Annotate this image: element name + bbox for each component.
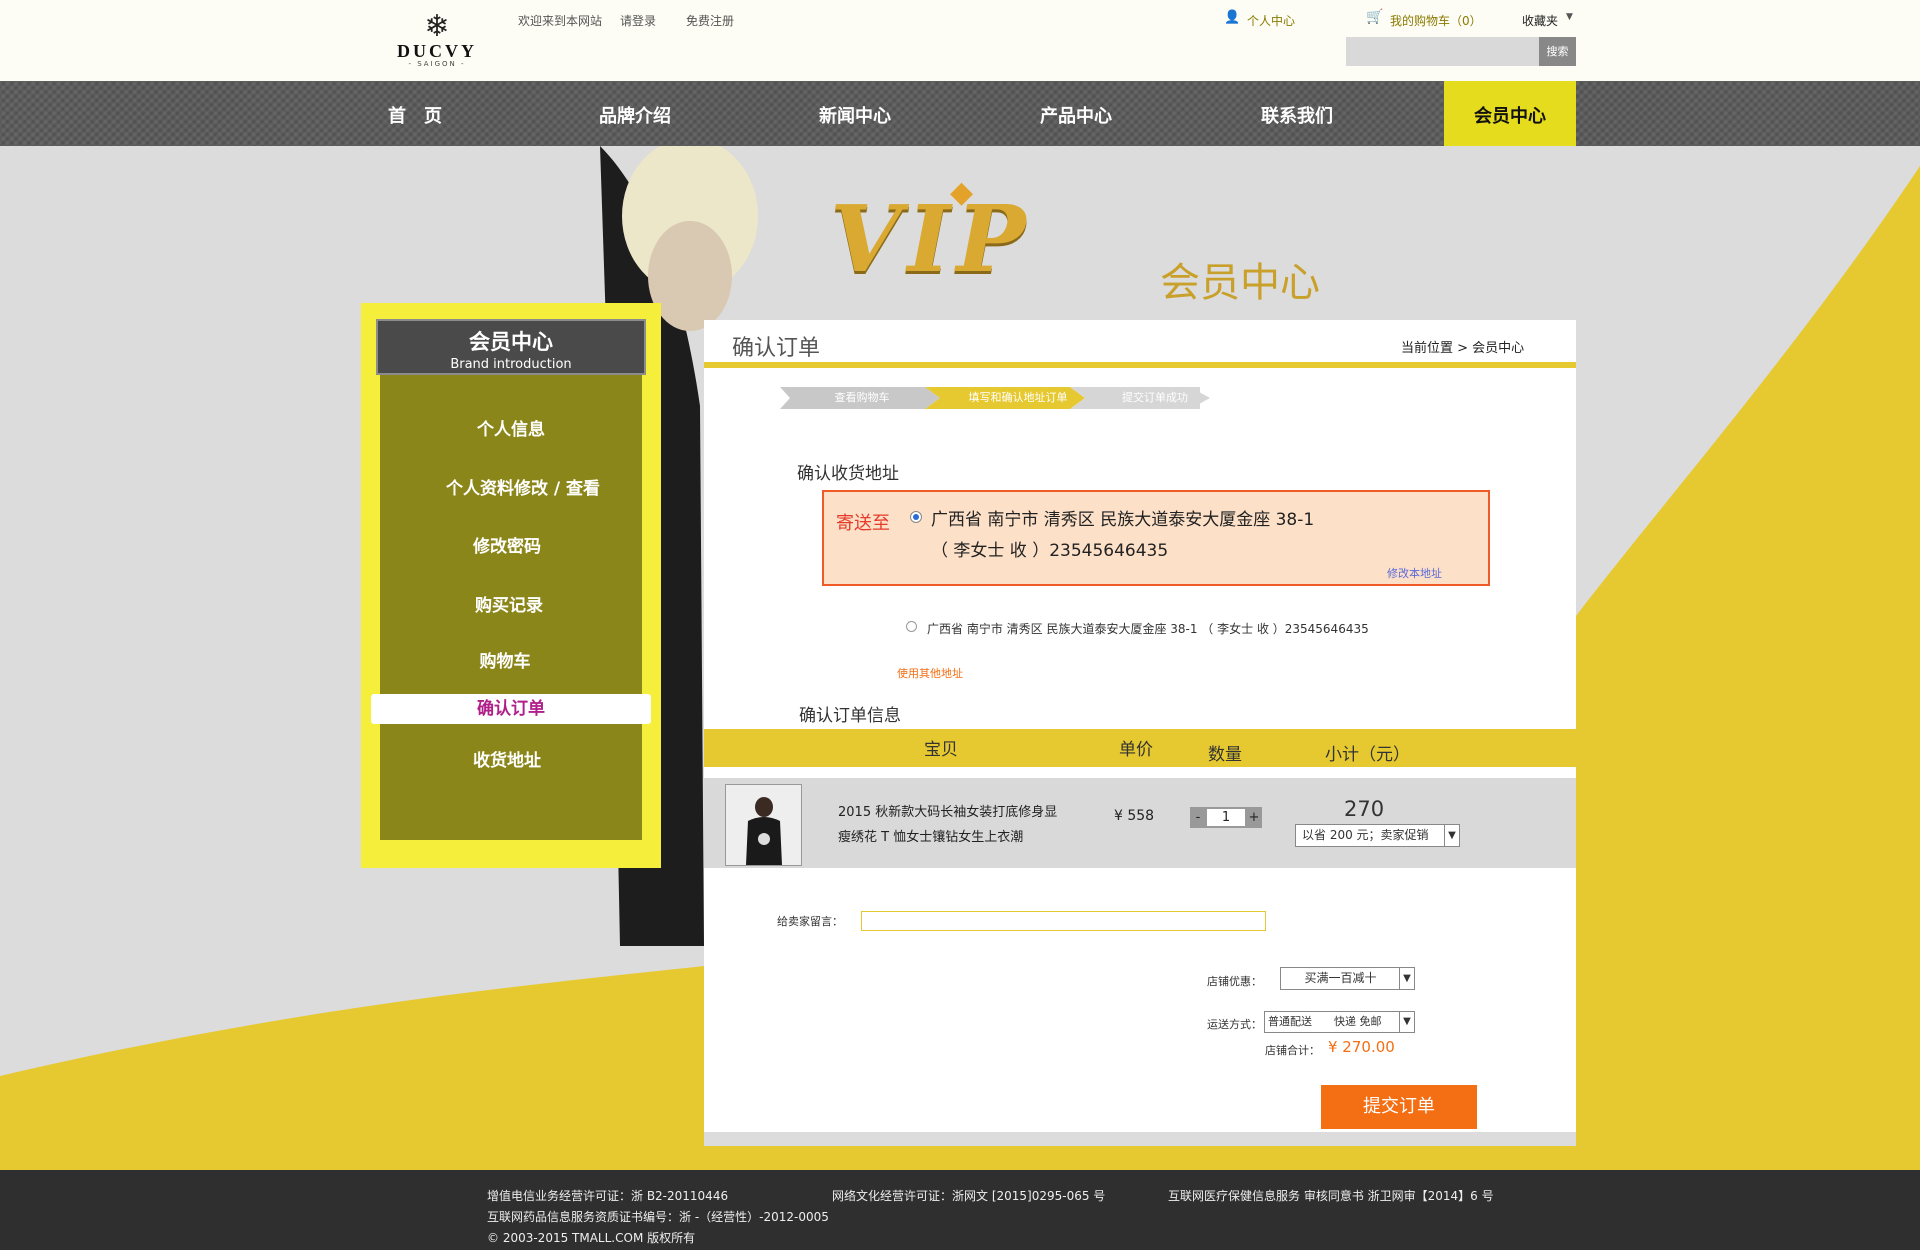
shop-discount-label: 店铺优惠：	[1207, 975, 1262, 988]
order-section-title: 确认订单信息	[799, 706, 901, 726]
footer-license-4: 互联网药品信息服务资质证书编号：浙 -（经营性）-2012-0005	[487, 1210, 829, 1224]
col-subtotal: 小计（元）	[1325, 745, 1410, 765]
col-qty: 数量	[1208, 745, 1242, 765]
main-nav	[0, 81, 1920, 146]
chevron-down-icon[interactable]: ▼	[1566, 12, 1573, 22]
step-fill-address: 填写和确认地址订单	[968, 391, 1068, 404]
footer-license-3: 互联网医疗保健信息服务 审核同意书 浙卫网审【2014】6 号	[1168, 1189, 1494, 1203]
sidebar-item-personal-info[interactable]: 个人信息	[380, 415, 642, 440]
shop-discount-value: 买满一百减十	[1304, 971, 1377, 985]
logo-brand: DUCVY	[397, 41, 477, 61]
message-label: 给卖家留言：	[777, 915, 843, 928]
promo-value: 以省 200 元；卖家促销	[1302, 828, 1429, 842]
footer	[0, 1170, 1920, 1250]
snowflake-icon: ❄	[424, 9, 450, 44]
submit-order-button[interactable]: 提交订单	[1321, 1085, 1477, 1129]
logo-sub: - SAIGON -	[408, 60, 466, 68]
promo-select[interactable]: 以省 200 元；卖家促销 ▼	[1295, 824, 1460, 847]
alt-address: 广西省 南宁市 清秀区 民族大道泰安大厦金座 38-1 （ 李女士 收 ）235…	[927, 622, 1369, 636]
chevron-down-icon: ▼	[1444, 825, 1459, 846]
footer-license-2: 网络文化经营许可证：浙网文 [2015]0295-065 号	[832, 1189, 1106, 1203]
shipping-select[interactable]: 普通配送 快递 免邮 ▼	[1264, 1011, 1415, 1033]
step-view-cart: 查看购物车	[834, 391, 890, 404]
product-thumbnail[interactable]	[725, 784, 802, 866]
banner-title: 会员中心	[1160, 260, 1320, 306]
message-input[interactable]	[861, 911, 1266, 931]
qty-input[interactable]: 1	[1207, 809, 1245, 826]
top-bar	[0, 0, 1920, 81]
login-link[interactable]: 请登录	[620, 12, 656, 29]
nav-home[interactable]: 首 页	[370, 81, 460, 146]
address-radio-selected[interactable]	[910, 511, 922, 523]
nav-brand[interactable]: 品牌介绍	[590, 81, 680, 146]
qty-plus-button[interactable]: +	[1246, 807, 1262, 828]
nav-member-center[interactable]: 会员中心	[1444, 81, 1576, 146]
shop-total-value: ¥ 270.00	[1328, 1038, 1395, 1056]
shop-discount-select[interactable]: 买满一百减十 ▼	[1280, 967, 1415, 990]
chevron-down-icon: ▼	[1399, 968, 1414, 989]
shipping-value: 普通配送 快递 免邮	[1268, 1015, 1382, 1028]
product-image	[726, 785, 801, 865]
welcome-text: 欢迎来到本网站	[518, 14, 603, 28]
nav-contact[interactable]: 联系我们	[1252, 81, 1342, 146]
sidebar-item-cart[interactable]: 购物车	[374, 647, 636, 672]
favorites-link[interactable]: 收藏夹	[1522, 12, 1558, 29]
nav-news[interactable]: 新闻中心	[810, 81, 900, 146]
col-item: 宝贝	[924, 740, 958, 760]
radio-dot	[913, 514, 919, 520]
sidebar-item-address[interactable]: 收货地址	[376, 746, 638, 771]
register-link[interactable]: 免费注册	[686, 12, 734, 29]
sidebar-title: 会员中心	[469, 330, 553, 354]
use-other-address-link[interactable]: 使用其他地址	[897, 665, 963, 681]
address-radio-alt[interactable]	[906, 621, 917, 632]
chevron-down-icon: ▼	[1399, 1012, 1414, 1032]
title-divider	[704, 362, 1576, 368]
cart-link[interactable]: 我的购物车（0）	[1390, 12, 1482, 29]
address-line-1: 广西省 南宁市 清秀区 民族大道泰安大厦金座 38-1	[931, 510, 1315, 530]
shipping-label: 运送方式：	[1207, 1018, 1262, 1031]
vip-logo: VIP	[830, 185, 1032, 293]
step-submit-success: 提交订单成功	[1122, 391, 1188, 404]
personal-center-link[interactable]: 个人中心	[1247, 12, 1295, 29]
col-price: 单价	[1119, 740, 1153, 760]
quantity-stepper: - 1 +	[1190, 807, 1262, 828]
sidebar-subtitle: Brand introduction	[450, 357, 572, 372]
address-section-title: 确认收货地址	[797, 464, 899, 484]
qty-minus-button[interactable]: -	[1190, 807, 1206, 828]
search-button[interactable]: 搜索	[1539, 37, 1576, 66]
product-name-line-1[interactable]: 2015 秋新款大码长袖女装打底修身显	[838, 801, 1057, 820]
sidebar-item-purchases[interactable]: 购买记录	[378, 591, 640, 616]
ship-to-label: 寄送至	[836, 513, 890, 534]
nav-products[interactable]: 产品中心	[1031, 81, 1121, 146]
sidebar-item-password[interactable]: 修改密码	[376, 532, 638, 557]
unit-price: ¥ 558	[1114, 808, 1155, 824]
order-panel	[704, 320, 1576, 1132]
cart-icon: 🛒	[1366, 9, 1384, 25]
breadcrumb: 当前位置 > 会员中心	[1401, 341, 1525, 356]
footer-license-1: 增值电信业务经营许可证：浙 B2-20110446	[487, 1189, 729, 1203]
address-line-2: （ 李女士 收 ）23545646435	[931, 541, 1169, 561]
product-name-line-2[interactable]: 瘦绣花 T 恤女士镶钻女生上衣潮	[838, 826, 1023, 845]
sidebar-item-confirm-order[interactable]: 确认订单	[371, 694, 651, 724]
page-title: 确认订单	[732, 336, 821, 361]
shop-total-label: 店铺合计：	[1265, 1044, 1320, 1057]
sidebar-header: 会员中心 Brand introduction	[376, 319, 646, 375]
edit-address-link[interactable]: 修改本地址	[1387, 565, 1442, 581]
row-subtotal: 270	[1344, 797, 1385, 821]
diamond-icon: ◆	[950, 175, 974, 210]
search-input[interactable]	[1346, 37, 1539, 66]
user-icon: 👤	[1224, 10, 1241, 25]
sidebar-item-profile-edit[interactable]: 个人资料修改 / 查看	[392, 474, 654, 499]
logo[interactable]: ❄ DUCVY - SAIGON -	[392, 12, 482, 72]
footer-copyright: © 2003-2015 TMALL.COM 版权所有	[487, 1231, 696, 1245]
